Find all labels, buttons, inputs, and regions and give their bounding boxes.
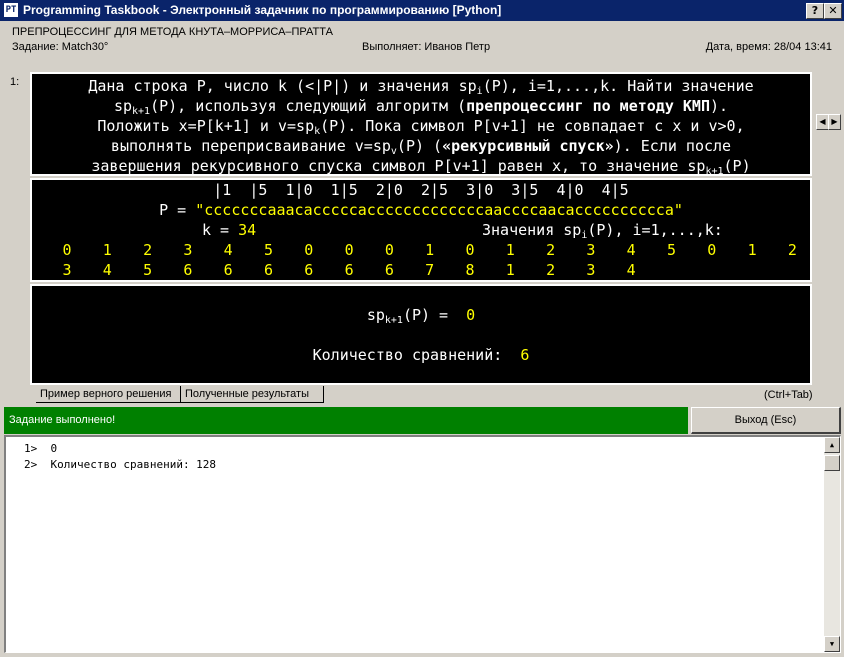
desc-line-3: Положить x=P[k+1] и v=spk(P). Пока симво…	[97, 117, 745, 137]
exit-button[interactable]: Выход (Esc)	[691, 407, 841, 434]
p-string: P = "cccccccaaacacccccacccccccccccccaacc…	[159, 201, 683, 219]
sp-value: 7	[425, 261, 435, 279]
scroll-thumb[interactable]	[824, 455, 840, 471]
task-number: 1:	[10, 76, 20, 88]
help-button[interactable]: ?	[806, 3, 824, 19]
sp-value: 6	[263, 261, 274, 279]
app-icon: PT	[4, 3, 18, 17]
sp-value: 3	[183, 241, 193, 259]
sp-value: 1	[425, 241, 435, 259]
close-button[interactable]: ✕	[824, 3, 842, 19]
sp-value: 3	[62, 261, 72, 279]
sp-value: 0	[344, 241, 354, 259]
status-bar: Задание выполнено!	[4, 407, 688, 434]
comparisons-result: Количество сравнений: 6	[312, 346, 530, 364]
sp-value: 0	[62, 241, 72, 259]
tab-received-results[interactable]: Полученные результаты	[180, 386, 324, 403]
sp-value: 1	[505, 241, 515, 259]
scroll-down-icon[interactable]: ▼	[824, 636, 840, 652]
sp-value: 8	[465, 261, 475, 279]
date-time: Дата, время: 28/04 13:41	[705, 41, 832, 53]
scroll-up-icon[interactable]: ▲	[824, 437, 840, 453]
sp-value: 6	[223, 261, 233, 279]
output-scrollbar[interactable]: ▲ ▼	[824, 437, 840, 652]
description-panel: Дана строка P, число k (<|P|) и значения…	[30, 72, 812, 177]
sp-value: 2	[546, 261, 556, 279]
sp-value: 1	[102, 241, 112, 259]
input-data-panel: |1 |5 1|0 1|5 2|0 2|5 3|0 3|5 4|0 4|5 P …	[30, 178, 812, 282]
sp-value: 5	[263, 241, 274, 259]
sp-value: 1	[747, 241, 757, 259]
scroll-right-icon[interactable]: ▶	[828, 114, 841, 130]
sp-value: 0	[304, 241, 314, 259]
ruler: |1 |5 1|0 1|5 2|0 2|5 3|0 3|5 4|0 4|5	[213, 181, 629, 199]
sp-value: 0	[465, 241, 475, 259]
task-name: Задание: Match30°	[12, 41, 109, 53]
task-group-title: ПРЕПРОЦЕССИНГ ДЛЯ МЕТОДА КНУТА–МОРРИСА–П…	[12, 26, 333, 38]
output-line-1: 1> 0	[24, 442, 58, 455]
tab-example-solution[interactable]: Пример верного решения	[36, 386, 184, 403]
sp-value: 5	[666, 241, 677, 259]
sp-value: 2	[143, 241, 153, 259]
desc-line-2: spk+1(P), используя следующий алгоритм (…	[113, 97, 729, 117]
sp-value: 6	[384, 261, 394, 279]
task-header: ПРЕПРОЦЕССИНГ ДЛЯ МЕТОДА КНУТА–МОРРИСА–П…	[0, 21, 844, 61]
window-title: Programming Taskbook - Электронный задач…	[23, 3, 502, 17]
output-area[interactable]: 1> 0 2> Количество сравнений: 128 ▲ ▼	[4, 435, 841, 653]
sp-value: 3	[586, 241, 596, 259]
desc-line-1: Дана строка P, число k (<|P|) и значения…	[88, 77, 754, 97]
sp-value: 4	[626, 241, 636, 259]
sp-value: 3	[586, 261, 596, 279]
sp-value: 4	[102, 261, 112, 279]
result-panel: spk+1(P) = 0 Количество сравнений: 6	[30, 284, 812, 385]
desc-line-4: выполнять переприсваивание v=spv(P) («ре…	[110, 137, 732, 157]
sp-value: 4	[626, 261, 636, 279]
sp-value: 2	[546, 241, 556, 259]
tab-shortcut-hint: (Ctrl+Tab)	[764, 389, 813, 401]
sp-value: 5	[143, 261, 153, 279]
sp-value: 0	[384, 241, 394, 259]
sp-value: 1	[505, 261, 515, 279]
sp-value: 0	[707, 241, 717, 259]
sp-result: spk+1(P) = 0	[366, 306, 476, 326]
sp-value: 6	[344, 261, 354, 279]
sp-value: 2	[787, 241, 797, 259]
output-line-2: 2> Количество сравнений: 128	[24, 458, 217, 471]
title-bar: PT Programming Taskbook - Электронный за…	[0, 0, 844, 21]
sp-value: 6	[183, 261, 193, 279]
sp-value: 4	[223, 241, 233, 259]
student-name: Выполняет: Иванов Петр	[362, 41, 491, 53]
desc-line-5: завершения рекурсивного спуска символ P[…	[91, 157, 751, 177]
sp-value: 6	[304, 261, 314, 279]
